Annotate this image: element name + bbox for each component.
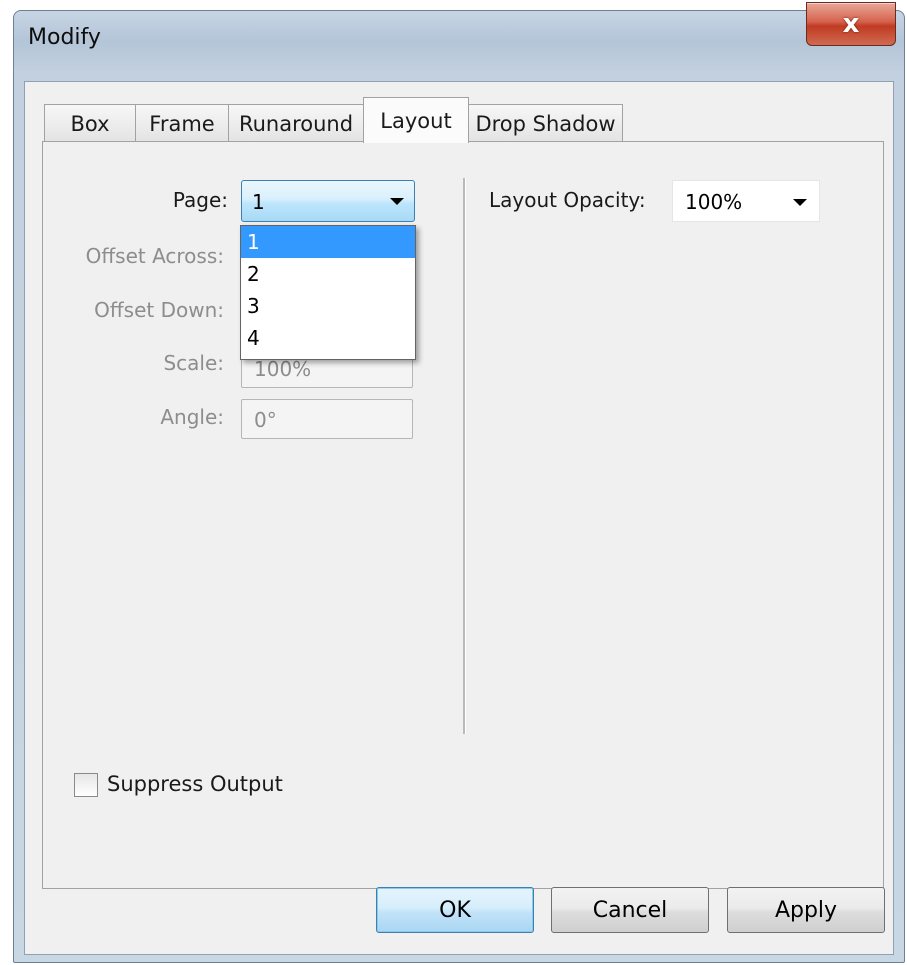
modify-dialog: Modify x Box Frame Runaround Layout Drop… [13, 2, 905, 963]
tab-label: Box [70, 111, 110, 136]
page-option-3[interactable]: 3 [241, 290, 415, 322]
offset-down-label: Offset Down: [94, 298, 224, 322]
close-icon: x [842, 9, 860, 39]
tab-label: Layout [380, 108, 452, 133]
apply-button[interactable]: Apply [727, 887, 885, 933]
tab-label: Frame [149, 111, 215, 136]
scale-value: 100% [254, 357, 312, 381]
chevron-down-icon [793, 199, 807, 206]
tab-label: Runaround [238, 111, 354, 136]
layout-opacity-select[interactable]: 100% [672, 180, 820, 222]
page-option-2[interactable]: 2 [241, 258, 415, 290]
close-button[interactable]: x [806, 2, 896, 46]
tab-runaround[interactable]: Runaround [228, 104, 364, 142]
cancel-button[interactable]: Cancel [551, 887, 709, 933]
suppress-output-checkbox[interactable] [74, 773, 98, 797]
ok-button-label: OK [439, 897, 471, 923]
ok-button[interactable]: OK [376, 887, 534, 933]
tab-label: Drop Shadow [475, 111, 616, 136]
column-divider [463, 178, 466, 734]
angle-label: Angle: [160, 405, 224, 429]
angle-field: 0° [241, 399, 413, 439]
cancel-button-label: Cancel [592, 897, 668, 923]
suppress-output-label[interactable]: Suppress Output [107, 772, 283, 796]
page-dropdown-list: 1 2 3 4 [240, 225, 416, 360]
angle-value: 0° [254, 408, 277, 432]
tab-layout[interactable]: Layout [363, 97, 469, 143]
page-select-value: 1 [252, 190, 265, 214]
window-title: Modify [28, 25, 101, 50]
scale-label: Scale: [163, 351, 224, 375]
chevron-down-icon [390, 198, 404, 205]
layout-opacity-label: Layout Opacity: [489, 188, 646, 212]
tab-box[interactable]: Box [44, 104, 136, 142]
tab-drop-shadow[interactable]: Drop Shadow [468, 104, 623, 142]
offset-across-label: Offset Across: [85, 244, 224, 268]
layout-opacity-value: 100% [685, 190, 743, 214]
apply-button-label: Apply [774, 897, 838, 923]
page-option-1[interactable]: 1 [241, 226, 415, 258]
page-label: Page: [172, 188, 228, 212]
page-option-4[interactable]: 4 [241, 322, 415, 354]
tab-frame[interactable]: Frame [135, 104, 229, 142]
page-select[interactable]: 1 [241, 180, 415, 222]
